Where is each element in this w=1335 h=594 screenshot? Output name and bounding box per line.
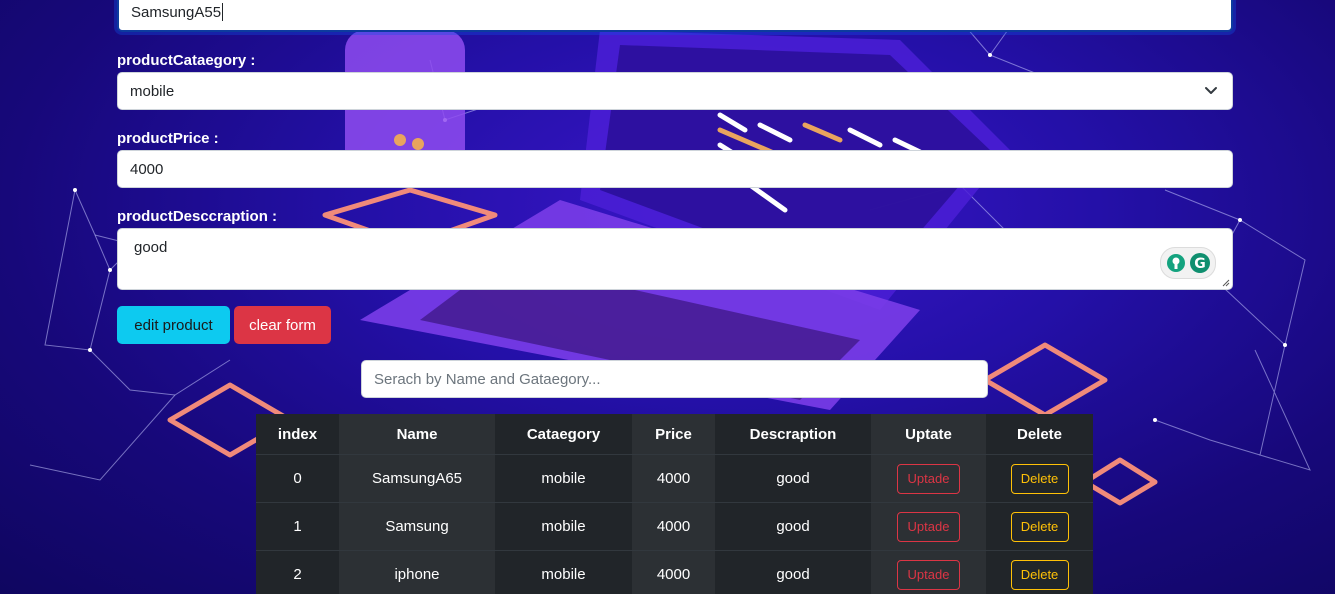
table-header-row: index Name Cataegory Price Descraption U… [256, 414, 1093, 455]
header-price: Price [632, 414, 715, 455]
product-name-input[interactable]: SamsungA55 [117, 0, 1233, 32]
table-row: 2 iphone mobile 4000 good Uptade Delete [256, 550, 1093, 594]
products-table: index Name Cataegory Price Descraption U… [256, 414, 1093, 594]
cell-category: mobile [495, 550, 632, 594]
cell-price: 4000 [632, 550, 715, 594]
edit-product-button[interactable]: edit product [117, 306, 230, 344]
cell-delete: Delete [986, 454, 1093, 503]
clear-form-button[interactable]: clear form [234, 306, 331, 344]
delete-button[interactable]: Delete [1010, 463, 1069, 494]
cell-category: mobile [495, 502, 632, 551]
cell-update: Uptade [871, 454, 986, 503]
product-name-value: SamsungA55 [131, 3, 222, 21]
cell-description: good [715, 454, 871, 503]
header-delete: Delete [986, 414, 1093, 455]
cell-name: iphone [339, 550, 495, 594]
search-input[interactable]: Serach by Name and Gataegory... [361, 360, 988, 398]
header-index: index [256, 414, 339, 455]
cell-update: Uptade [871, 550, 986, 594]
table-row: 0 SamsungA65 mobile 4000 good Uptade Del… [256, 454, 1093, 503]
product-description-label: productDesccraption : [117, 208, 278, 225]
product-price-label: productPrice : [117, 130, 219, 147]
header-update: Uptate [871, 414, 986, 455]
text-caret [222, 3, 224, 21]
delete-button[interactable]: Delete [1010, 511, 1069, 542]
product-category-label: productCataegory : [117, 52, 256, 69]
delete-button[interactable]: Delete [1010, 559, 1069, 590]
cell-delete: Delete [986, 550, 1093, 594]
cell-index: 1 [256, 502, 339, 551]
header-category: Cataegory [495, 414, 632, 455]
table-row: 1 Samsung mobile 4000 good Uptade Delete [256, 502, 1093, 551]
cell-price: 4000 [632, 454, 715, 503]
update-button[interactable]: Uptade [897, 463, 960, 494]
chevron-down-icon [1205, 87, 1217, 94]
cell-price: 4000 [632, 502, 715, 551]
cell-category: mobile [495, 454, 632, 503]
cell-description: good [715, 550, 871, 594]
product-price-value: 4000 [130, 160, 164, 178]
header-description: Descraption [715, 414, 871, 455]
header-name: Name [339, 414, 495, 455]
cell-description: good [715, 502, 871, 551]
grammarly-icon[interactable]: G [1160, 247, 1216, 279]
cell-name: SamsungA65 [339, 454, 495, 503]
update-button[interactable]: Uptade [897, 511, 960, 542]
product-price-input[interactable]: 4000 [117, 150, 1233, 188]
product-description-textarea[interactable]: good G [117, 228, 1233, 290]
cell-name: Samsung [339, 502, 495, 551]
search-placeholder: Serach by Name and Gataegory... [374, 370, 601, 388]
update-button[interactable]: Uptade [897, 559, 960, 590]
svg-text:G: G [1194, 256, 1206, 272]
cell-index: 0 [256, 454, 339, 503]
cell-index: 2 [256, 550, 339, 594]
product-category-select[interactable]: mobile [117, 72, 1233, 110]
product-category-value: mobile [130, 82, 175, 100]
cell-update: Uptade [871, 502, 986, 551]
product-description-value: good [134, 239, 168, 256]
resize-grip-icon[interactable] [1222, 279, 1230, 287]
cell-delete: Delete [986, 502, 1093, 551]
